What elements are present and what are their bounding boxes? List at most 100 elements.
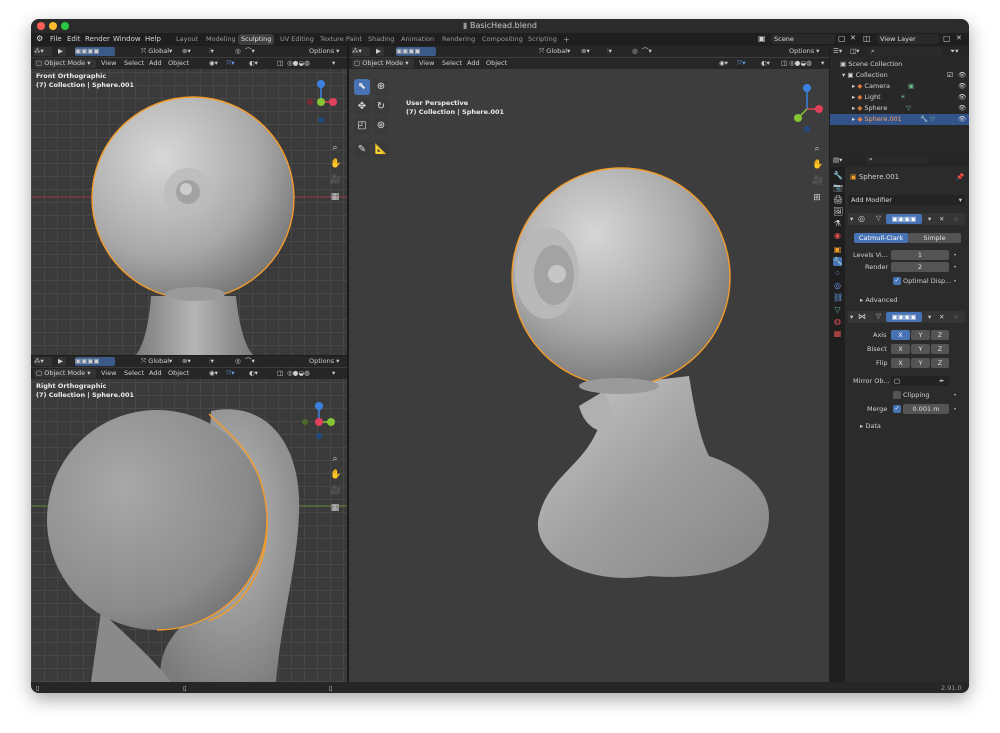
- modifier-tab-icon[interactable]: 🔧: [833, 257, 843, 266]
- pan-hand-icon[interactable]: ✋: [330, 470, 341, 480]
- snap-icon[interactable]: ⫶▾: [209, 47, 231, 56]
- material-tab-icon[interactable]: ◍: [833, 317, 842, 326]
- gizmo-icon[interactable]: ⤧▾: [226, 369, 242, 378]
- collection-checkbox[interactable]: ☑: [947, 70, 953, 81]
- eyedropper-icon[interactable]: ✒: [939, 377, 944, 385]
- options-dropdown[interactable]: Options ▾: [789, 47, 827, 56]
- axis-x-toggle[interactable]: X: [891, 330, 910, 340]
- delete-view-layer-icon[interactable]: ✕: [956, 34, 962, 42]
- outliner-item-sphere001[interactable]: ▸ ◆ Sphere.001 🔧 ▽ 👁: [830, 114, 969, 125]
- tab-compositing[interactable]: Compositing: [479, 34, 526, 45]
- outliner-search-field[interactable]: ⌕: [868, 47, 943, 56]
- blender-logo-icon[interactable]: ⚙: [36, 34, 43, 43]
- options-dropdown[interactable]: Options ▾: [309, 47, 345, 56]
- overlay-icon[interactable]: ◐▾: [249, 369, 265, 378]
- outliner-item-camera[interactable]: ▸ ◆ Camera ▣ 👁: [830, 81, 969, 92]
- merge-checkbox[interactable]: ✓: [893, 405, 901, 413]
- add-menu[interactable]: Add: [149, 369, 162, 378]
- pivot-icon[interactable]: ⊚▾: [182, 357, 206, 366]
- subsurf-visibility-toggles[interactable]: ▣▣▣▣: [886, 214, 922, 224]
- nav-gizmo-persp[interactable]: [789, 79, 825, 135]
- ortho-toggle-icon[interactable]: ▦: [330, 503, 340, 513]
- outliner-item-sphere[interactable]: ▸ ◆ Sphere ▽ 👁: [830, 103, 969, 114]
- add-workspace-button[interactable]: +: [560, 34, 573, 45]
- shading-icons[interactable]: ◎●◒◍: [287, 59, 327, 68]
- mode-dropdown[interactable]: ▢ Object Mode ▾: [352, 59, 414, 68]
- optimal-display-checkbox[interactable]: ✓: [893, 277, 901, 285]
- sphere001-eye-icon[interactable]: 👁: [958, 114, 966, 125]
- select-box-icons[interactable]: ▣▣▣▣: [75, 47, 115, 56]
- editor-type-icon[interactable]: ⁂▾: [34, 357, 52, 366]
- bisect-z-toggle[interactable]: Z: [931, 344, 949, 354]
- move-tool-button[interactable]: ✥: [354, 99, 370, 115]
- select-menu[interactable]: Select: [124, 59, 144, 68]
- gizmo-icon[interactable]: ⤧▾: [226, 59, 242, 68]
- select-mode-icon[interactable]: ▶: [58, 357, 66, 366]
- mirror-delete-icon[interactable]: ✕: [939, 313, 944, 321]
- display-mode-icon[interactable]: ◫▾: [850, 47, 864, 56]
- collection-eye-icon[interactable]: 👁: [958, 70, 966, 81]
- camera-eye-icon[interactable]: 👁: [958, 81, 966, 92]
- scene-tab-icon[interactable]: ⚗: [833, 219, 842, 228]
- axis-z-toggle[interactable]: Z: [931, 330, 949, 340]
- constraints-tab-icon[interactable]: ⛓: [833, 293, 843, 302]
- snap-icon[interactable]: ⫶▾: [209, 357, 231, 366]
- falloff-icon[interactable]: ⌒▾: [642, 47, 654, 56]
- proportional-edit-icon[interactable]: ◎: [235, 357, 243, 366]
- scale-tool-button[interactable]: ◰: [354, 118, 370, 134]
- collapse-icon[interactable]: ▾: [850, 215, 853, 223]
- bisect-y-toggle[interactable]: Y: [911, 344, 930, 354]
- proportional-edit-icon[interactable]: ◎: [235, 47, 243, 56]
- particles-tab-icon[interactable]: ⁘: [833, 269, 842, 278]
- shading-options-icon[interactable]: ▾: [332, 369, 340, 378]
- view-menu[interactable]: View: [101, 59, 116, 68]
- falloff-icon[interactable]: ⌒▾: [245, 47, 257, 56]
- tab-layout[interactable]: Layout: [173, 34, 201, 45]
- simple-button[interactable]: Simple: [908, 233, 961, 243]
- pivot-icon[interactable]: ⊚▾: [182, 47, 206, 56]
- select-tool-button[interactable]: ⬉: [354, 79, 370, 95]
- mode-dropdown[interactable]: ▢ Object Mode ▾: [34, 59, 96, 68]
- view-layer-tab-icon[interactable]: 🖼: [833, 207, 843, 216]
- subsurf-modifier-header[interactable]: ▾ ◎ ▽ ▣▣▣▣ ▾ ✕ ⁞⁞: [848, 213, 965, 225]
- xray-icon[interactable]: ◫: [277, 369, 285, 378]
- new-scene-icon[interactable]: ▢: [838, 34, 846, 43]
- transform-tool-button[interactable]: ⊛: [373, 118, 389, 134]
- rotate-tool-button[interactable]: ↻: [373, 99, 389, 115]
- visibility-icon[interactable]: ◉▾: [209, 59, 223, 68]
- properties-search-field[interactable]: ⌕: [866, 155, 928, 164]
- xray-icon[interactable]: ◫: [277, 59, 285, 68]
- menu-window[interactable]: Window: [113, 35, 141, 43]
- orientation-dropdown[interactable]: ⤧ Global▾: [141, 357, 177, 366]
- tab-scripting[interactable]: Scripting: [525, 34, 560, 45]
- delete-scene-icon[interactable]: ✕: [850, 34, 856, 42]
- flip-x-toggle[interactable]: X: [891, 358, 910, 368]
- levels-keyframe-dot[interactable]: •: [953, 251, 957, 259]
- shading-options-icon[interactable]: ▾: [332, 59, 340, 68]
- camera-view-icon[interactable]: 🎥: [812, 176, 823, 186]
- orientation-dropdown[interactable]: ⤧ Global▾: [539, 47, 575, 56]
- light-eye-icon[interactable]: 👁: [958, 92, 966, 103]
- zoom-icon[interactable]: ⌕: [330, 143, 340, 153]
- merge-keyframe-dot[interactable]: •: [953, 405, 957, 413]
- subsurf-options-icon[interactable]: ▾: [928, 215, 931, 223]
- subsurf-drag-handle[interactable]: ⁞⁞: [954, 215, 958, 223]
- object-menu[interactable]: Object: [486, 59, 507, 68]
- bisect-x-toggle[interactable]: X: [891, 344, 910, 354]
- select-menu[interactable]: Select: [124, 369, 144, 378]
- collapse-icon[interactable]: ▾: [850, 313, 853, 321]
- view-menu[interactable]: View: [419, 59, 434, 68]
- proportional-edit-icon[interactable]: ◎: [632, 47, 640, 56]
- annotate-tool-button[interactable]: ✎: [354, 142, 370, 158]
- visibility-icon[interactable]: ◉▾: [209, 369, 223, 378]
- pin-icon[interactable]: 📌: [956, 173, 964, 181]
- subsurf-delete-icon[interactable]: ✕: [939, 215, 944, 223]
- pan-hand-icon[interactable]: ✋: [812, 160, 823, 170]
- add-menu[interactable]: Add: [467, 59, 480, 68]
- advanced-panel-toggle[interactable]: ▸ Advanced: [860, 296, 897, 304]
- falloff-icon[interactable]: ⌒▾: [245, 357, 257, 366]
- add-modifier-dropdown[interactable]: Add Modifier ▾: [848, 195, 965, 205]
- optimal-keyframe-dot[interactable]: •: [953, 277, 957, 285]
- physics-tab-icon[interactable]: ◎: [833, 281, 842, 290]
- sphere-eye-icon[interactable]: 👁: [958, 103, 966, 114]
